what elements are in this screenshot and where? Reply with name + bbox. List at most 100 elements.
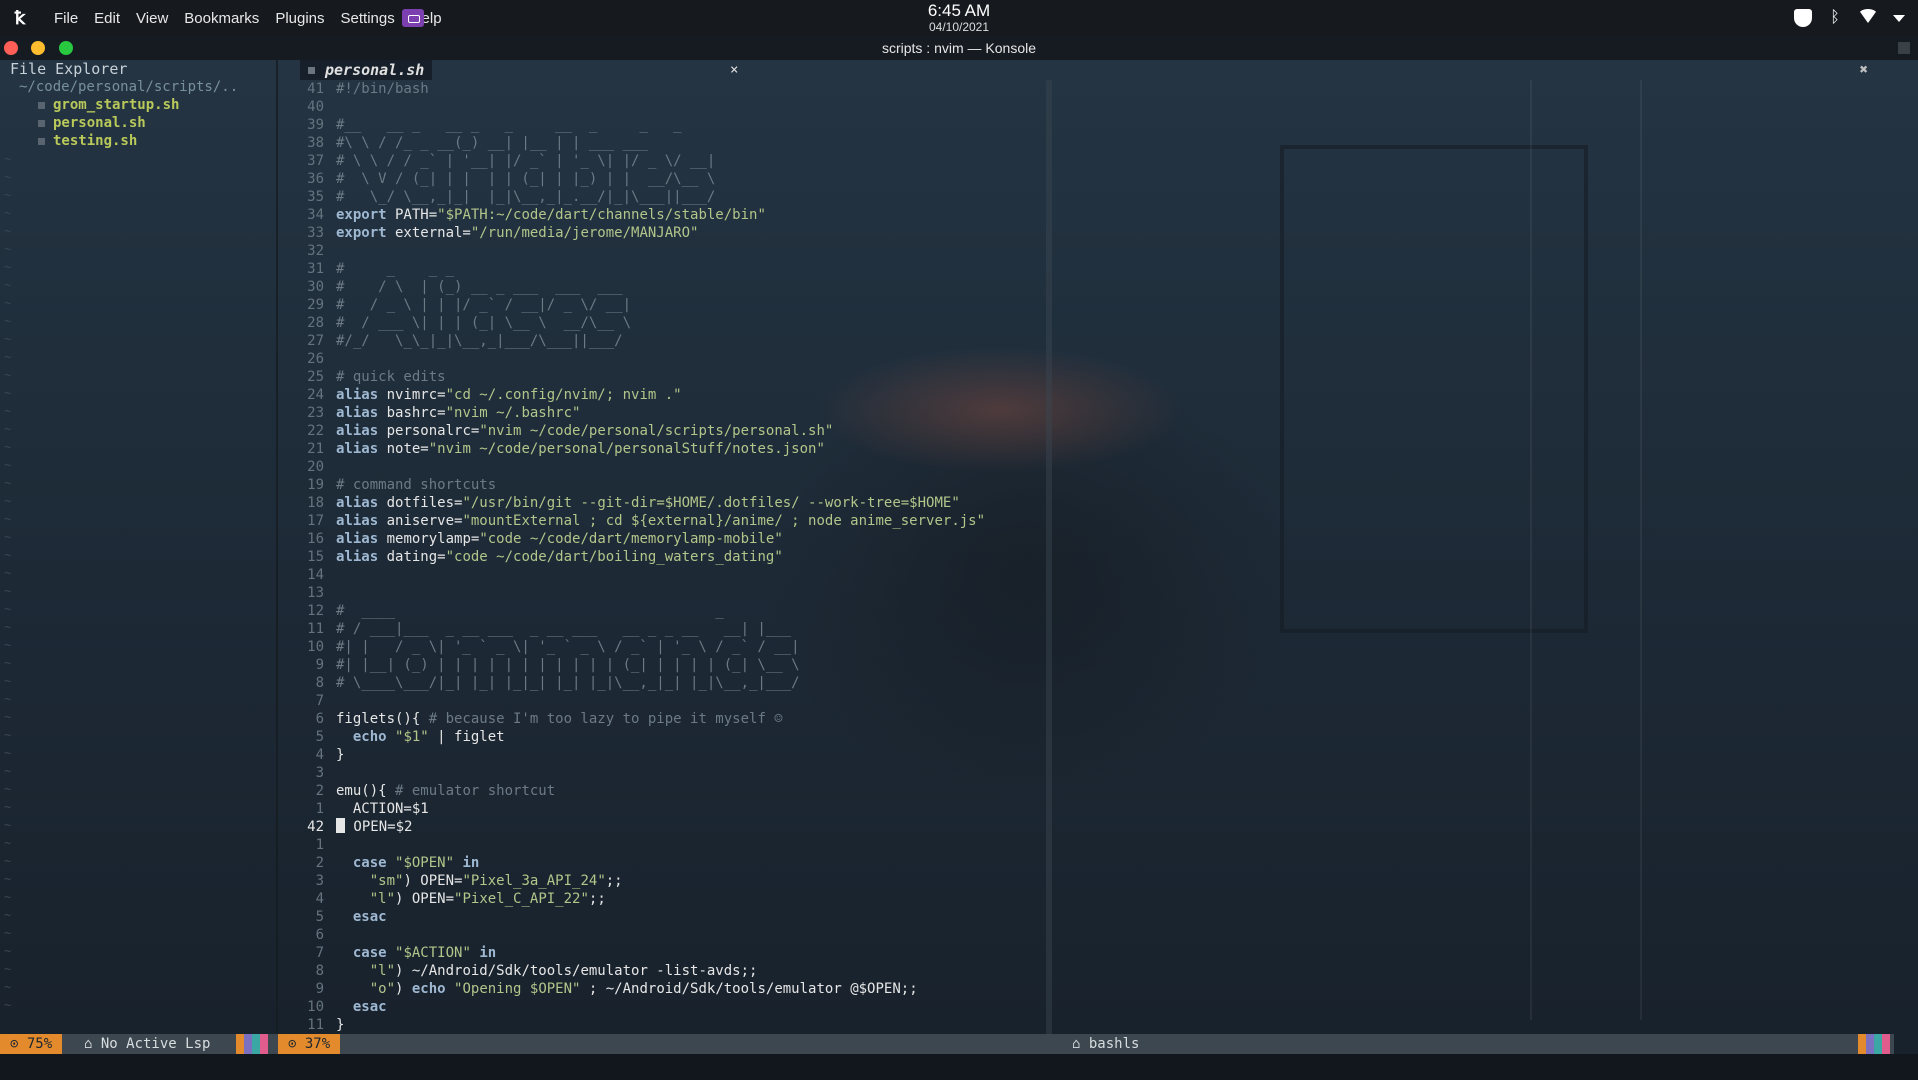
explorer-path[interactable]: ~/code/personal/scripts/..	[19, 78, 238, 96]
line-text: # \ \ / / _` | '__| |/ _` | '_ \| |/ _ \…	[336, 153, 716, 169]
code-line[interactable]: 7 case "$ACTION" in	[278, 944, 1038, 962]
line-number: 15	[307, 549, 324, 565]
code-line[interactable]: 13	[278, 584, 1038, 602]
code-line[interactable]: 38 #\ \ / /_ _ __(_) __| |__ | | ___ ___	[278, 134, 1038, 152]
line-number: 9	[315, 981, 324, 997]
code-line[interactable]: 9 #| |__| (_) | | | | | | | | | | | (_| |…	[278, 656, 1038, 674]
language-server-name: bashls	[1088, 1036, 1140, 1052]
code-line[interactable]: 14	[278, 566, 1038, 584]
menu-edit[interactable]: Edit	[86, 10, 128, 27]
code-line[interactable]: 11}	[278, 1016, 1038, 1034]
file-item[interactable]: personal.sh	[38, 114, 146, 132]
code-line[interactable]: 4}	[278, 746, 1038, 764]
line-number: 5	[315, 729, 324, 745]
code-line[interactable]: 28 # / ___ \| | | (_| \__ \ __/\__ \	[278, 314, 1038, 332]
bluetooth-icon[interactable]: ᛒ	[1826, 9, 1844, 27]
code-line[interactable]: 1	[278, 836, 1038, 854]
code-line[interactable]: 9 "o") echo "Opening $OPEN" ; ~/Android/…	[278, 980, 1038, 998]
code-line[interactable]: 10 esac	[278, 998, 1038, 1016]
empty-line-tilde: ~	[4, 854, 12, 868]
menu-bookmarks[interactable]: Bookmarks	[176, 10, 267, 27]
code-line[interactable]: 32	[278, 242, 1038, 260]
terminal-area[interactable]: File Explorer ~/code/personal/scripts/..…	[0, 60, 1918, 1080]
line-text: "l") ~/Android/Sdk/tools/emulator -list-…	[369, 963, 758, 979]
code-line[interactable]: 5 echo "$1" | figlet	[278, 728, 1038, 746]
code-line[interactable]: 19 # command shortcuts	[278, 476, 1038, 494]
empty-line-tilde: ~	[4, 512, 12, 526]
file-item[interactable]: testing.sh	[38, 132, 137, 150]
code-line[interactable]: 4 "l") OPEN="Pixel_C_API_22";;	[278, 890, 1038, 908]
line-text: #__ __ _ __ _ _ __ _ _ _	[336, 117, 682, 133]
code-editor[interactable]: 41 #!/bin/bash 40 39 #__ __ _ __ _ _ __ _ _ …	[278, 80, 1038, 1034]
code-line[interactable]: 2 emu(){ # emulator shortcut	[278, 782, 1038, 800]
clock[interactable]: 6:45 AM 04/10/2021	[900, 2, 1018, 35]
code-line[interactable]: 29 # / _ \ | | |/ _` / __|/ _ \/ __|	[278, 296, 1038, 314]
code-line[interactable]: 16 alias memorylamp="code ~/code/dart/mem…	[278, 530, 1038, 548]
line-number: 3	[315, 765, 324, 781]
line-text: #/_/ \_\_|_|\__,_|___/\___||___/	[336, 333, 623, 349]
file-item[interactable]: grom_startup.sh	[38, 96, 179, 114]
line-text: alias aniserve="mountExternal ; cd ${ext…	[336, 513, 986, 529]
tab-close-icon[interactable]: ×	[730, 60, 738, 80]
code-line[interactable]: 11 # / ___|___ _ __ ___ _ __ ___ __ _ _ _…	[278, 620, 1038, 638]
code-line[interactable]: 17 alias aniserve="mountExternal ; cd ${e…	[278, 512, 1038, 530]
code-line[interactable]: 26	[278, 350, 1038, 368]
line-number: 1	[315, 837, 324, 853]
command-line[interactable]	[0, 1054, 1918, 1080]
file-name: grom_startup.sh	[53, 97, 180, 113]
code-line[interactable]: 37 # \ \ / / _` | '__| |/ _` | '_ \| |/ _…	[278, 152, 1038, 170]
code-line[interactable]: 6	[278, 926, 1038, 944]
code-line[interactable]: 3 "sm") OPEN="Pixel_3a_API_24";;	[278, 872, 1038, 890]
konsole-app-icon[interactable]	[402, 9, 424, 27]
file-name: personal.sh	[53, 115, 146, 131]
code-line[interactable]: 21 alias note="nvim ~/code/personal/perso…	[278, 440, 1038, 458]
code-line[interactable]: 6 figlets(){ # because I'm too lazy to pi…	[278, 710, 1038, 728]
code-line[interactable]: 31 # _ _ _	[278, 260, 1038, 278]
line-number: 2	[315, 855, 324, 871]
code-line[interactable]: 10 #| | / _ \| '_ ` _ \| '_ ` _ \ / _` | …	[278, 638, 1038, 656]
code-line[interactable]: 34 export PATH="$PATH:~/code/dart/channel…	[278, 206, 1038, 224]
window-menu-button[interactable]	[1898, 42, 1910, 54]
code-line[interactable]: 8 "l") ~/Android/Sdk/tools/emulator -lis…	[278, 962, 1038, 980]
code-line[interactable]: 41 #!/bin/bash	[278, 80, 1038, 98]
code-line[interactable]: 15 alias dating="code ~/code/dart/boiling…	[278, 548, 1038, 566]
code-line[interactable]: 24 alias nvimrc="cd ~/.config/nvim/; nvim…	[278, 386, 1038, 404]
tab-personal-sh[interactable]: personal.sh	[300, 60, 433, 80]
code-line[interactable]: 40	[278, 98, 1038, 116]
close-all-icon[interactable]: ✖	[1860, 60, 1868, 80]
wifi-icon[interactable]	[1858, 9, 1878, 27]
code-line[interactable]: 22 alias personalrc="nvim ~/code/personal…	[278, 422, 1038, 440]
menu-settings[interactable]: Settings	[333, 10, 403, 27]
code-line[interactable]: 42 OPEN=$2	[278, 818, 1038, 836]
file-explorer-title: File Explorer	[10, 60, 128, 78]
code-line[interactable]: 3	[278, 764, 1038, 782]
code-line[interactable]: 33 export external="/run/media/jerome/MAN…	[278, 224, 1038, 242]
code-line[interactable]: 20	[278, 458, 1038, 476]
code-line[interactable]: 7	[278, 692, 1038, 710]
code-line[interactable]: 36 # \ V / (_| | | | | (_| | |_) | | __/\…	[278, 170, 1038, 188]
line-number: 11	[307, 1017, 324, 1033]
menu-plugins[interactable]: Plugins	[267, 10, 332, 27]
tray-expand-chevron-icon[interactable]	[1890, 9, 1908, 27]
menu-file[interactable]: File	[46, 10, 86, 27]
empty-line-tilde: ~	[4, 260, 12, 274]
empty-line-tilde: ~	[4, 458, 12, 472]
code-line[interactable]: 39 #__ __ _ __ _ _ __ _ _ _	[278, 116, 1038, 134]
line-text: # \ V / (_| | | | | (_| | |_) | | __/\__…	[336, 171, 716, 187]
kde-launcher-icon[interactable]: ꝁ	[8, 6, 32, 30]
code-line[interactable]: 12 # ____ _	[278, 602, 1038, 620]
code-line[interactable]: 27 #/_/ \_\_|_|\__,_|___/\___||___/	[278, 332, 1038, 350]
code-line[interactable]: 25 # quick edits	[278, 368, 1038, 386]
vpn-shield-icon[interactable]	[1794, 9, 1812, 27]
code-line[interactable]: 5 esac	[278, 908, 1038, 926]
menu-view[interactable]: View	[128, 10, 176, 27]
code-line[interactable]: 2 case "$OPEN" in	[278, 854, 1038, 872]
code-line[interactable]: 35 # \_/ \__,_|_| |_|\__,_|_.__/|_|\___||…	[278, 188, 1038, 206]
code-line[interactable]: 1 ACTION=$1	[278, 800, 1038, 818]
code-line[interactable]: 30 # / \ | (_) __ _ ___ ___ ___	[278, 278, 1038, 296]
empty-line-tilde: ~	[4, 566, 12, 580]
code-line[interactable]: 23 alias bashrc="nvim ~/.bashrc"	[278, 404, 1038, 422]
code-line[interactable]: 8 # \____\___/|_| |_| |_|_| |_| |_|\__,_|…	[278, 674, 1038, 692]
code-line[interactable]: 18 alias dotfiles="/usr/bin/git --git-dir…	[278, 494, 1038, 512]
empty-line-tilde: ~	[4, 800, 12, 814]
